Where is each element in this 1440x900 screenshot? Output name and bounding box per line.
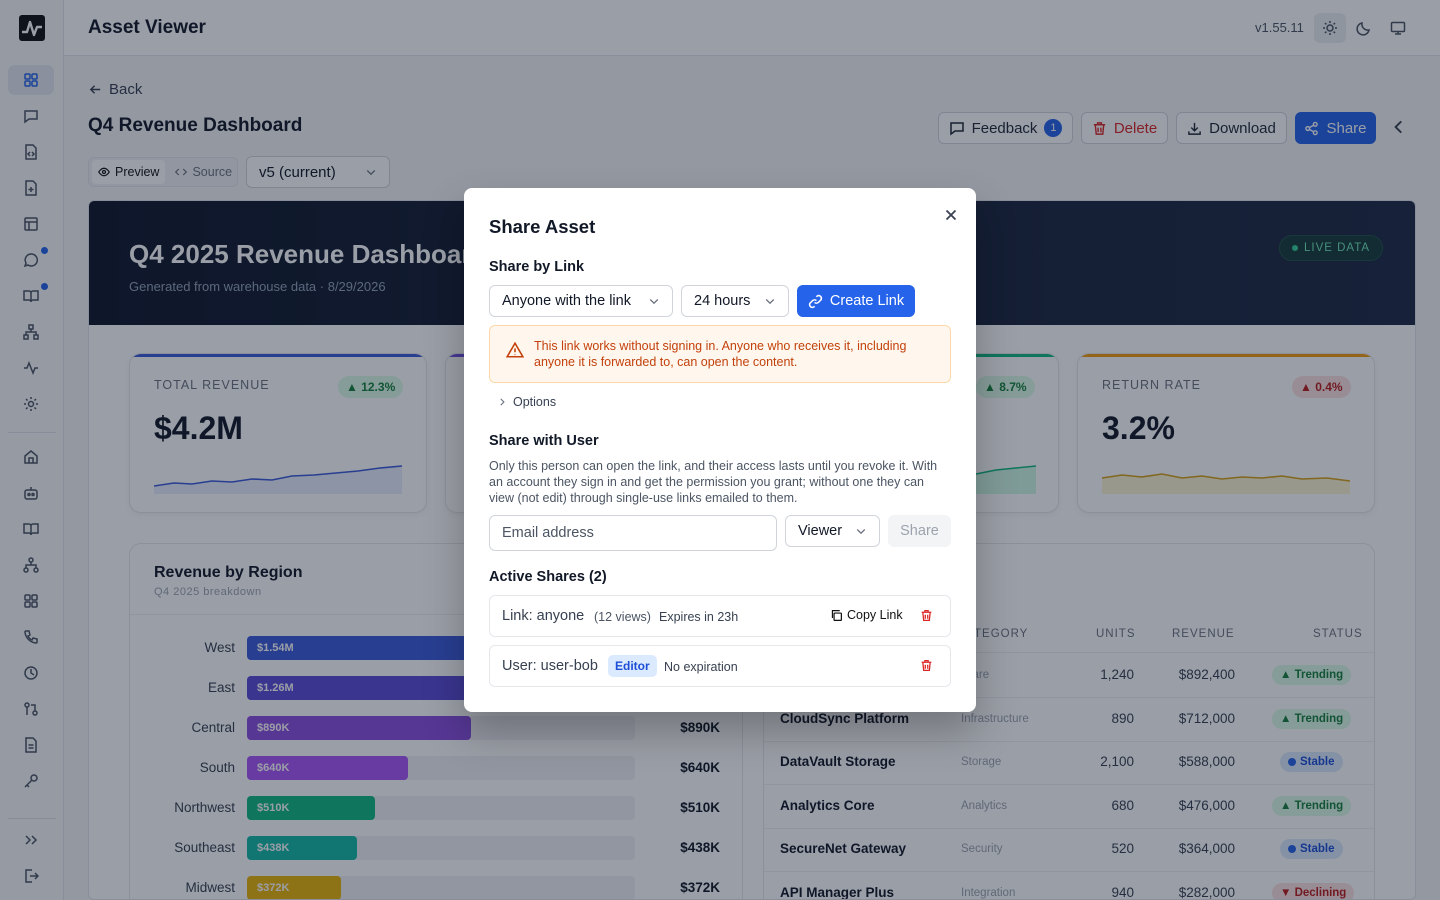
link-duration-select[interactable]: 24 hours: [681, 285, 789, 317]
share-with-user-heading: Share with User: [489, 433, 599, 449]
share-with-user-description: Only this person can open the link, and …: [489, 459, 938, 505]
copy-link-label: Copy Link: [847, 608, 903, 622]
share-asset-dialog: Share Asset Share by Link Anyone with th…: [464, 188, 976, 712]
share-target: Link: anyone: [502, 608, 585, 624]
share-with-user-button[interactable]: Share: [888, 515, 951, 547]
link-audience-value: Anyone with the link: [502, 293, 631, 309]
share-target: User: user-bob: [502, 658, 598, 674]
role-select[interactable]: Viewer: [785, 515, 880, 547]
options-label: Options: [513, 395, 557, 409]
chevron-down-icon: [765, 299, 775, 305]
role-badge: Editor: [608, 655, 657, 677]
warning-text: This link works without signing in. Anyo…: [534, 339, 907, 369]
active-share-row: Link: anyone (12 views) Expires in 23h C…: [489, 595, 951, 637]
role-select-value: Viewer: [798, 523, 843, 539]
dialog-title: Share Asset: [489, 216, 596, 237]
copy-link-button[interactable]: Copy Link: [830, 608, 903, 622]
active-share-row: User: user-bob Editor No expiration: [489, 645, 951, 687]
public-link-warning: This link works without signing in. Anyo…: [489, 325, 951, 383]
email-input[interactable]: [489, 515, 777, 551]
chevron-down-icon: [856, 529, 866, 535]
options-toggle[interactable]: Options: [497, 395, 556, 409]
link-audience-select[interactable]: Anyone with the link: [489, 285, 673, 317]
chevron-down-icon: [649, 299, 659, 305]
share-view-count: (12 views): [594, 610, 651, 624]
close-icon[interactable]: [942, 206, 960, 224]
active-shares-heading: Active Shares (2): [489, 569, 607, 585]
warning-triangle-icon: [506, 341, 524, 358]
share-by-link-heading: Share by Link: [489, 259, 585, 275]
create-link-label: Create Link: [829, 293, 905, 309]
trash-icon[interactable]: [920, 609, 933, 622]
share-expiry: No expiration: [664, 660, 738, 674]
create-link-button[interactable]: Create Link: [797, 285, 915, 317]
share-expiry: Expires in 23h: [659, 610, 739, 624]
chevron-right-icon: [500, 398, 505, 406]
link-icon: [808, 294, 823, 308]
trash-icon[interactable]: [920, 659, 933, 672]
copy-icon: [831, 609, 842, 621]
link-duration-value: 24 hours: [694, 293, 751, 309]
